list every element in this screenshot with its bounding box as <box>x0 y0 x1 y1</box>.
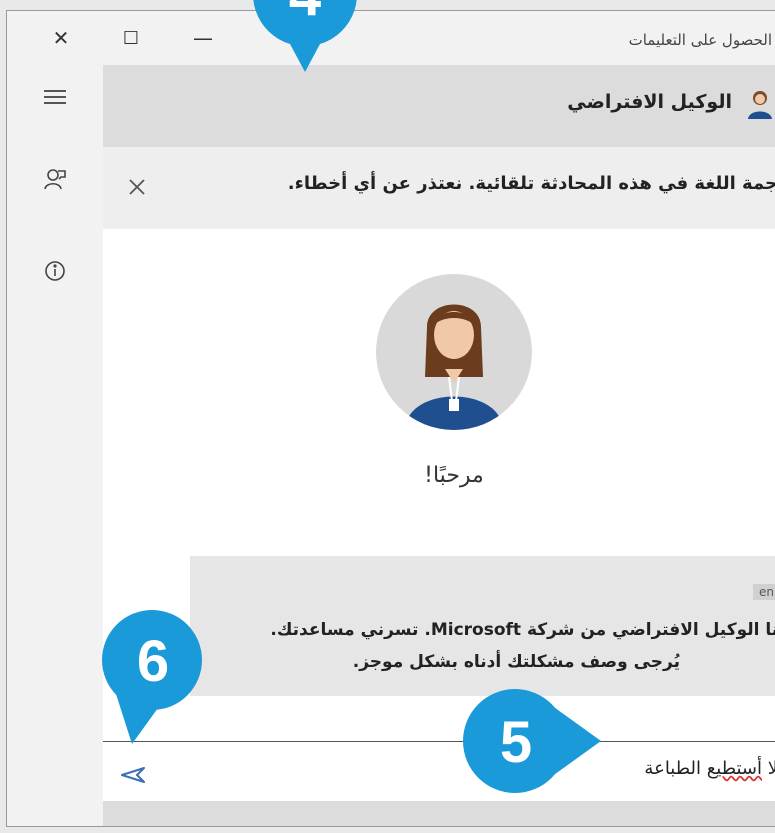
callout-number: 6 <box>136 628 170 694</box>
close-notice-button[interactable] <box>117 167 157 207</box>
greeting-text: مرحبًا! <box>424 463 484 488</box>
info-icon[interactable] <box>35 251 75 291</box>
input-value-part: لا <box>767 758 775 779</box>
callout-marker: 4 <box>250 0 360 72</box>
callout-number: 4 <box>250 0 360 50</box>
notice-text: جمة اللغة في هذه المحادثة تلقائية. نعتذر… <box>287 173 775 194</box>
input-value-part: الطباعة <box>644 758 707 779</box>
feedback-icon[interactable] <box>35 159 75 199</box>
agent-avatar <box>375 273 533 431</box>
maximize-window-button[interactable]: ☐ <box>111 23 151 53</box>
callout-number: 5 <box>499 709 533 775</box>
agent-message-line: يُرجى وصف مشكلتك أدناه بشكل موجز. <box>352 652 680 672</box>
agent-name: الوكيل الافتراضي <box>567 91 732 113</box>
callout-marker: 6 <box>96 606 206 744</box>
agent-message-line: أنا الوكيل الافتراضي من شركة Microsoft. … <box>270 620 775 640</box>
window-title: الحصول على التعليمات <box>628 31 772 49</box>
close-window-button[interactable]: ✕ <box>41 23 81 53</box>
translation-notice: جمة اللغة في هذه المحادثة تلقائية. نعتذر… <box>103 147 775 229</box>
menu-icon[interactable] <box>35 77 75 117</box>
title-bar: ✕ ☐ — الحصول على التعليمات <box>7 11 775 65</box>
language-tag: en <box>753 584 775 600</box>
message-input-value: لا أستطيع الطباعة <box>644 758 775 779</box>
misspelled-word: أستطيع <box>706 758 762 779</box>
agent-message-bubble: en أنا الوكيل الافتراضي من شركة Microsof… <box>190 556 775 696</box>
callout-marker: 5 <box>455 685 601 795</box>
agent-avatar-icon <box>744 87 775 119</box>
sidebar <box>7 65 103 826</box>
minimize-window-button[interactable]: — <box>183 23 223 53</box>
agent-header: الوكيل الافتراضي <box>103 65 775 147</box>
bottom-strip <box>103 801 775 826</box>
message-input[interactable]: لا أستطيع الطباعة <box>103 741 775 802</box>
send-icon[interactable] <box>115 760 151 790</box>
